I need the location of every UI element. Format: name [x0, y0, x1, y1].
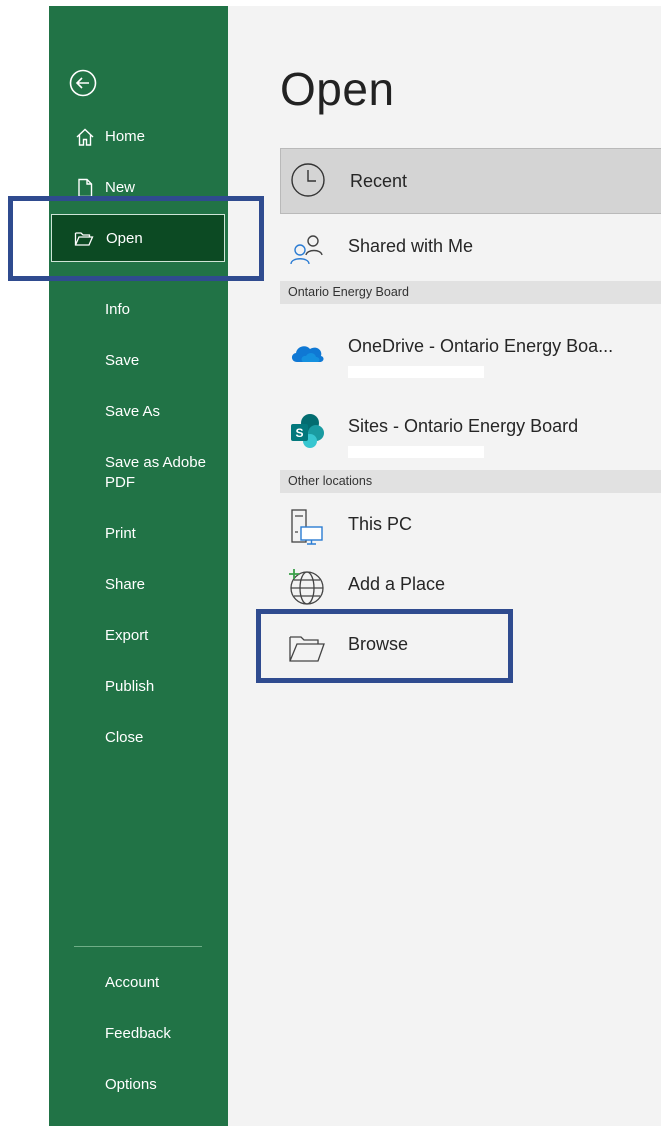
nav-item-account[interactable]: Account	[105, 973, 220, 993]
nav-divider	[74, 946, 202, 947]
nav-item-export[interactable]: Export	[105, 626, 220, 646]
location-add-a-place[interactable]: Add a Place	[280, 556, 661, 616]
open-pane: Open Recent Shared with Me Ontario Energ…	[228, 6, 661, 1126]
location-onedrive[interactable]: OneDrive - Ontario Energy Boa...	[280, 318, 661, 378]
page-title: Open	[280, 63, 395, 115]
location-label: This PC	[348, 514, 413, 534]
nav-item-new[interactable]: New	[49, 167, 228, 207]
sharepoint-icon: S	[288, 412, 326, 450]
svg-text:S: S	[295, 426, 303, 440]
shared-people-icon	[288, 230, 326, 268]
home-icon	[75, 127, 95, 147]
location-browse[interactable]: Browse	[280, 616, 661, 676]
location-label: Add a Place	[348, 574, 446, 594]
location-label: Sites - Ontario Energy Board	[348, 416, 579, 436]
account-email-redacted	[348, 366, 484, 378]
location-label: OneDrive - Ontario Energy Boa...	[348, 336, 614, 356]
folder-open-icon	[74, 229, 94, 249]
this-pc-icon	[288, 508, 326, 546]
nav-item-open[interactable]: Open	[51, 214, 225, 262]
nav-item-label: New	[105, 178, 136, 196]
location-recent[interactable]: Recent	[280, 148, 661, 214]
nav-item-options[interactable]: Options	[105, 1075, 220, 1095]
onedrive-cloud-icon	[288, 332, 326, 370]
section-header-organization: Ontario Energy Board	[280, 281, 661, 304]
nav-item-info[interactable]: Info	[105, 300, 220, 320]
nav-item-save[interactable]: Save	[105, 351, 220, 371]
nav-item-label: Open	[106, 229, 143, 247]
nav-item-home[interactable]: Home	[49, 116, 228, 156]
location-label: Shared with Me	[348, 236, 474, 256]
nav-item-save-as[interactable]: Save As	[105, 402, 220, 422]
location-label: Recent	[350, 171, 408, 191]
location-label: Browse	[348, 634, 409, 654]
back-arrow-icon[interactable]	[68, 68, 98, 98]
nav-item-label: Home	[105, 127, 146, 145]
nav-item-publish[interactable]: Publish	[105, 677, 220, 697]
nav-item-close[interactable]: Close	[105, 728, 220, 748]
new-document-icon	[75, 178, 95, 198]
nav-item-save-as-adobe-pdf[interactable]: Save as Adobe PDF	[105, 453, 220, 493]
location-sites[interactable]: S Sites - Ontario Energy Board	[280, 398, 661, 458]
nav-item-feedback[interactable]: Feedback	[105, 1024, 220, 1044]
section-header-other-locations: Other locations	[280, 470, 661, 493]
add-place-globe-icon	[288, 568, 326, 606]
browse-folder-icon	[288, 628, 326, 666]
location-shared-with-me[interactable]: Shared with Me	[280, 218, 661, 278]
nav-item-share[interactable]: Share	[105, 575, 220, 595]
nav-item-print[interactable]: Print	[105, 524, 220, 544]
location-this-pc[interactable]: This PC	[280, 496, 661, 556]
backstage-nav: Home New Open Info Save Save As Save as …	[49, 6, 228, 1126]
clock-icon	[289, 161, 327, 199]
site-url-redacted	[348, 446, 484, 458]
